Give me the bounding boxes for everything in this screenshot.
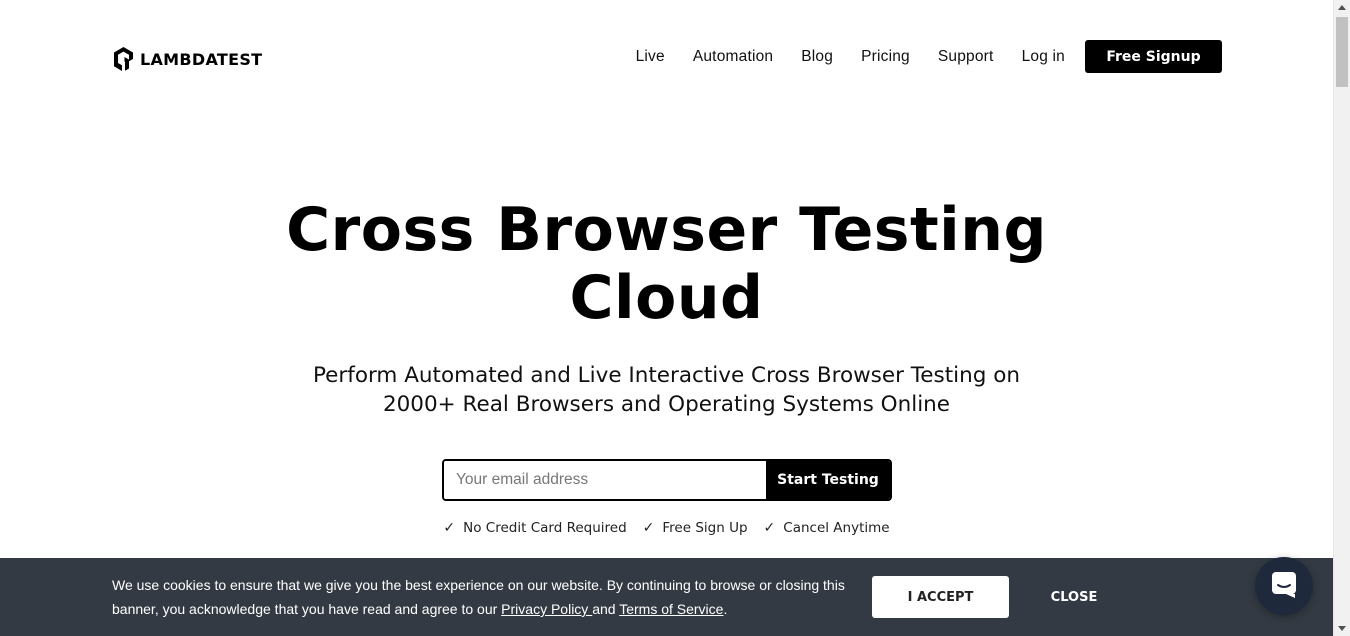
page-scrollbar[interactable] <box>1333 0 1350 636</box>
privacy-policy-link[interactable]: Privacy Policy <box>501 601 592 617</box>
main-nav: Live Automation Blog Pricing Support Log… <box>636 40 1222 73</box>
accept-cookies-button[interactable]: I ACCEPT <box>872 576 1009 618</box>
scroll-down-arrow-icon[interactable] <box>1338 626 1346 631</box>
perk-label: Cancel Anytime <box>783 520 890 536</box>
hero-subtitle-line2: 2000+ Real Browsers and Operating System… <box>382 392 951 417</box>
check-icon: ✓ <box>642 520 655 536</box>
hero-subtitle: Perform Automated and Live Interactive C… <box>0 361 1333 419</box>
cookie-text-and: and <box>592 601 620 617</box>
email-signup-form: Start Testing <box>442 459 892 501</box>
lambdatest-logo-icon <box>112 46 135 72</box>
cookie-message: We use cookies to ensure that we give yo… <box>112 573 847 621</box>
logo[interactable]: LAMBDATEST <box>112 46 262 72</box>
check-icon: ✓ <box>443 520 456 536</box>
scrollbar-thumb[interactable] <box>1336 17 1348 87</box>
check-icon: ✓ <box>763 520 776 536</box>
logo-text: LAMBDATEST <box>140 49 263 69</box>
nav-link-blog[interactable]: Blog <box>801 48 833 66</box>
page: LAMBDATEST Live Automation Blog Pricing … <box>0 0 1333 636</box>
perk-item: ✓ Cancel Anytime <box>764 520 890 536</box>
scroll-up-arrow-icon[interactable] <box>1338 5 1346 10</box>
perks-list: ✓ No Credit Card Required ✓ Free Sign Up… <box>0 520 1333 536</box>
cookie-text-line1: We use cookies to ensure that we give yo… <box>112 577 845 593</box>
hero-title-line1: Cross Browser Testing <box>286 195 1047 265</box>
cookie-text-end: . <box>723 601 728 617</box>
perk-item: ✓ No Credit Card Required <box>443 520 626 536</box>
nav-link-pricing[interactable]: Pricing <box>861 48 910 66</box>
close-banner-button[interactable]: CLOSE <box>1034 576 1114 618</box>
nav-link-live[interactable]: Live <box>636 48 665 66</box>
terms-of-service-link[interactable]: Terms of Service <box>619 601 723 617</box>
nav-link-login[interactable]: Log in <box>1022 48 1065 66</box>
perk-item: ✓ Free Sign Up <box>643 520 748 536</box>
cookie-banner: We use cookies to ensure that we give yo… <box>0 558 1333 636</box>
chat-icon <box>1269 569 1299 603</box>
perk-label: No Credit Card Required <box>463 520 627 536</box>
cookie-text-line2: banner, you acknowledge that you have re… <box>112 601 502 617</box>
nav-link-support[interactable]: Support <box>938 48 994 66</box>
perk-label: Free Sign Up <box>662 520 748 536</box>
chat-launcher-button[interactable] <box>1255 557 1313 615</box>
free-signup-button[interactable]: Free Signup <box>1085 40 1222 73</box>
hero-title: Cross Browser Testing Cloud <box>0 196 1333 332</box>
start-testing-button[interactable]: Start Testing <box>766 461 890 499</box>
hero-title-line2: Cloud <box>569 263 764 333</box>
nav-link-automation[interactable]: Automation <box>693 48 773 66</box>
hero-subtitle-line1: Perform Automated and Live Interactive C… <box>312 363 1020 388</box>
email-input[interactable] <box>444 461 766 499</box>
